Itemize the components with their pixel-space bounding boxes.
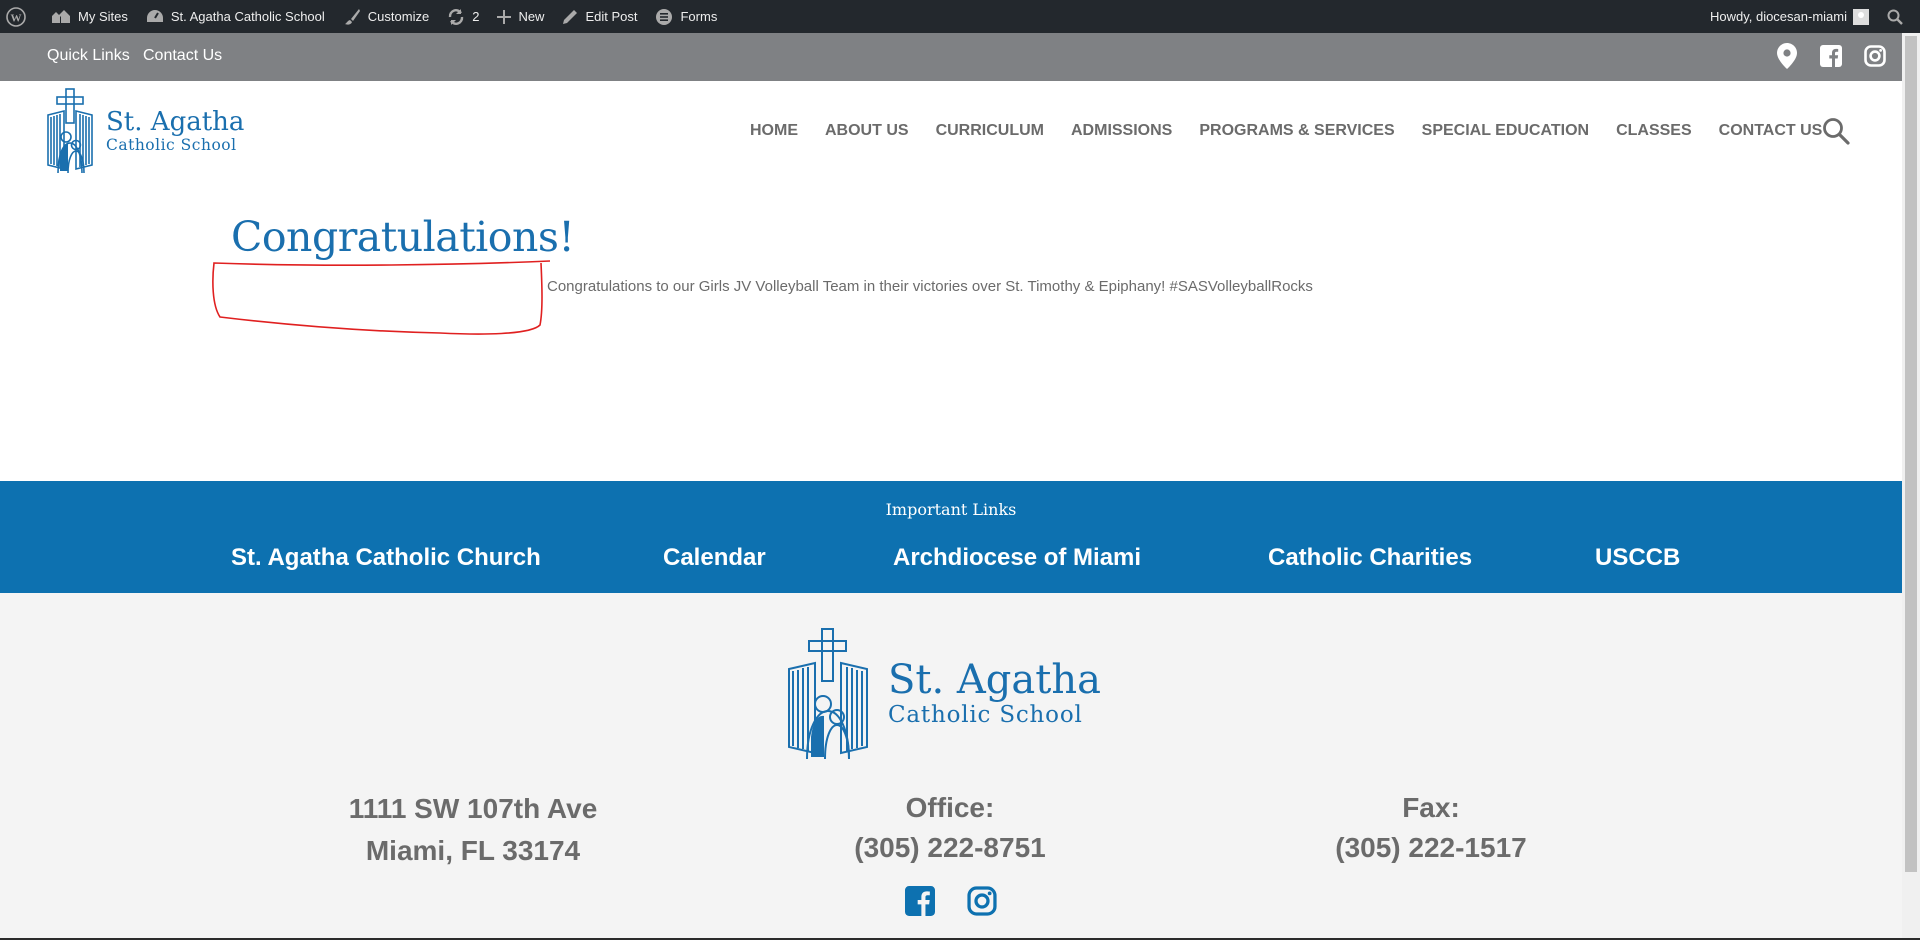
edit-post-link[interactable]: Edit Post	[553, 0, 646, 33]
nav-programs-services[interactable]: PROGRAMS & SERVICES	[1199, 122, 1394, 140]
forms-label: Forms	[680, 9, 718, 24]
important-links-section: Important Links St. Agatha Catholic Chur…	[0, 481, 1902, 593]
nav-about-us[interactable]: ABOUT US	[825, 122, 909, 140]
wordpress-menu[interactable]: W	[0, 0, 42, 33]
nav-curriculum[interactable]: CURRICULUM	[936, 122, 1044, 140]
plus-icon	[497, 9, 512, 24]
footer-office: Office: (305) 222-8751	[800, 788, 1100, 868]
nav-contact-us[interactable]: CONTACT US	[1719, 122, 1823, 140]
edit-pencil-icon	[563, 9, 578, 24]
link-archdiocese-of-miami[interactable]: Archdiocese of Miami	[893, 544, 1141, 572]
edit-post-label: Edit Post	[585, 9, 638, 24]
admin-search[interactable]	[1878, 0, 1920, 33]
footer-facebook-icon[interactable]	[905, 886, 935, 916]
site-dashboard-icon	[146, 9, 163, 22]
new-label: New	[518, 9, 545, 24]
footer-social-icons	[905, 886, 997, 916]
my-sites-icon	[52, 9, 70, 23]
logo-line-2: Catholic School	[106, 136, 237, 154]
nav-special-education[interactable]: SPECIAL EDUCATION	[1422, 122, 1589, 140]
utility-bar: Quick Links Contact Us	[0, 33, 1902, 81]
page-scrollbar-thumb[interactable]	[1905, 36, 1917, 872]
forms-menu[interactable]: Forms	[646, 0, 726, 33]
my-sites-label: My Sites	[78, 9, 128, 24]
footer-fax: Fax: (305) 222-1517	[1281, 788, 1581, 868]
svg-text:W: W	[11, 12, 22, 24]
map-pin-icon[interactable]	[1774, 43, 1800, 69]
fax-label: Fax:	[1402, 792, 1460, 823]
footer-address: 1111 SW 107th Ave Miami, FL 33174	[343, 788, 603, 872]
footer-logo-line-1: St. Agatha	[888, 657, 1101, 703]
search-icon	[1823, 118, 1850, 145]
footer-logo[interactable]: St. Agatha Catholic School	[785, 625, 1115, 765]
utility-icons	[1774, 43, 1888, 69]
nav-classes[interactable]: CLASSES	[1616, 122, 1692, 140]
admin-search-icon	[1887, 9, 1903, 25]
link-st-agatha-church[interactable]: St. Agatha Catholic Church	[231, 544, 541, 572]
updates-count: 2	[472, 9, 480, 24]
link-catholic-charities[interactable]: Catholic Charities	[1268, 544, 1472, 572]
important-links-heading: Important Links	[885, 500, 1017, 519]
account-menu[interactable]: Howdy, diocesan-miami	[1701, 0, 1878, 33]
main-nav: HOME ABOUT US CURRICULUM ADMISSIONS PROG…	[750, 122, 1849, 140]
customize-label: Customize	[367, 9, 430, 24]
my-sites-menu[interactable]: My Sites	[42, 0, 137, 33]
red-annotation-outline	[212, 260, 551, 335]
facebook-icon[interactable]	[1818, 43, 1844, 69]
logo-line-1: St. Agatha	[106, 107, 244, 137]
site-name-label: St. Agatha Catholic School	[170, 9, 325, 24]
customize-link[interactable]: Customize	[334, 0, 438, 33]
link-calendar[interactable]: Calendar	[663, 544, 766, 572]
new-content-menu[interactable]: New	[488, 0, 553, 33]
quick-links-link[interactable]: Quick Links	[47, 47, 130, 65]
updates-icon	[449, 8, 464, 25]
footer-instagram-icon[interactable]	[967, 886, 997, 916]
page-title: Congratulations!	[231, 213, 575, 261]
updates-link[interactable]: 2	[438, 0, 488, 33]
customize-brush-icon	[344, 8, 360, 25]
wp-admin-bar: W My Sites St. Agatha Catholic School Cu…	[0, 0, 1920, 33]
footer-logo-line-2: Catholic School	[888, 702, 1083, 728]
site-search-button[interactable]	[1822, 117, 1852, 147]
nav-home[interactable]: HOME	[750, 122, 798, 140]
office-phone[interactable]: (305) 222-8751	[800, 828, 1100, 868]
instagram-icon[interactable]	[1862, 43, 1888, 69]
wordpress-icon: W	[6, 6, 26, 27]
forms-icon	[656, 8, 673, 25]
site-logo[interactable]: St. Agatha Catholic School	[44, 87, 264, 177]
link-usccb[interactable]: USCCB	[1595, 544, 1680, 572]
post-body-text: Congratulations to our Girls JV Volleyba…	[547, 278, 1313, 295]
howdy-label: Howdy, diocesan-miami	[1709, 9, 1847, 24]
address-line-1: 1111 SW 107th Ave	[348, 793, 598, 824]
address-line-2: Miami, FL 33174	[365, 835, 581, 866]
avatar	[1853, 8, 1869, 25]
site-name-menu[interactable]: St. Agatha Catholic School	[137, 0, 334, 33]
nav-admissions[interactable]: ADMISSIONS	[1071, 122, 1172, 140]
office-label: Office:	[905, 792, 995, 823]
contact-us-top-link[interactable]: Contact Us	[143, 47, 222, 65]
fax-phone: (305) 222-1517	[1335, 832, 1527, 863]
